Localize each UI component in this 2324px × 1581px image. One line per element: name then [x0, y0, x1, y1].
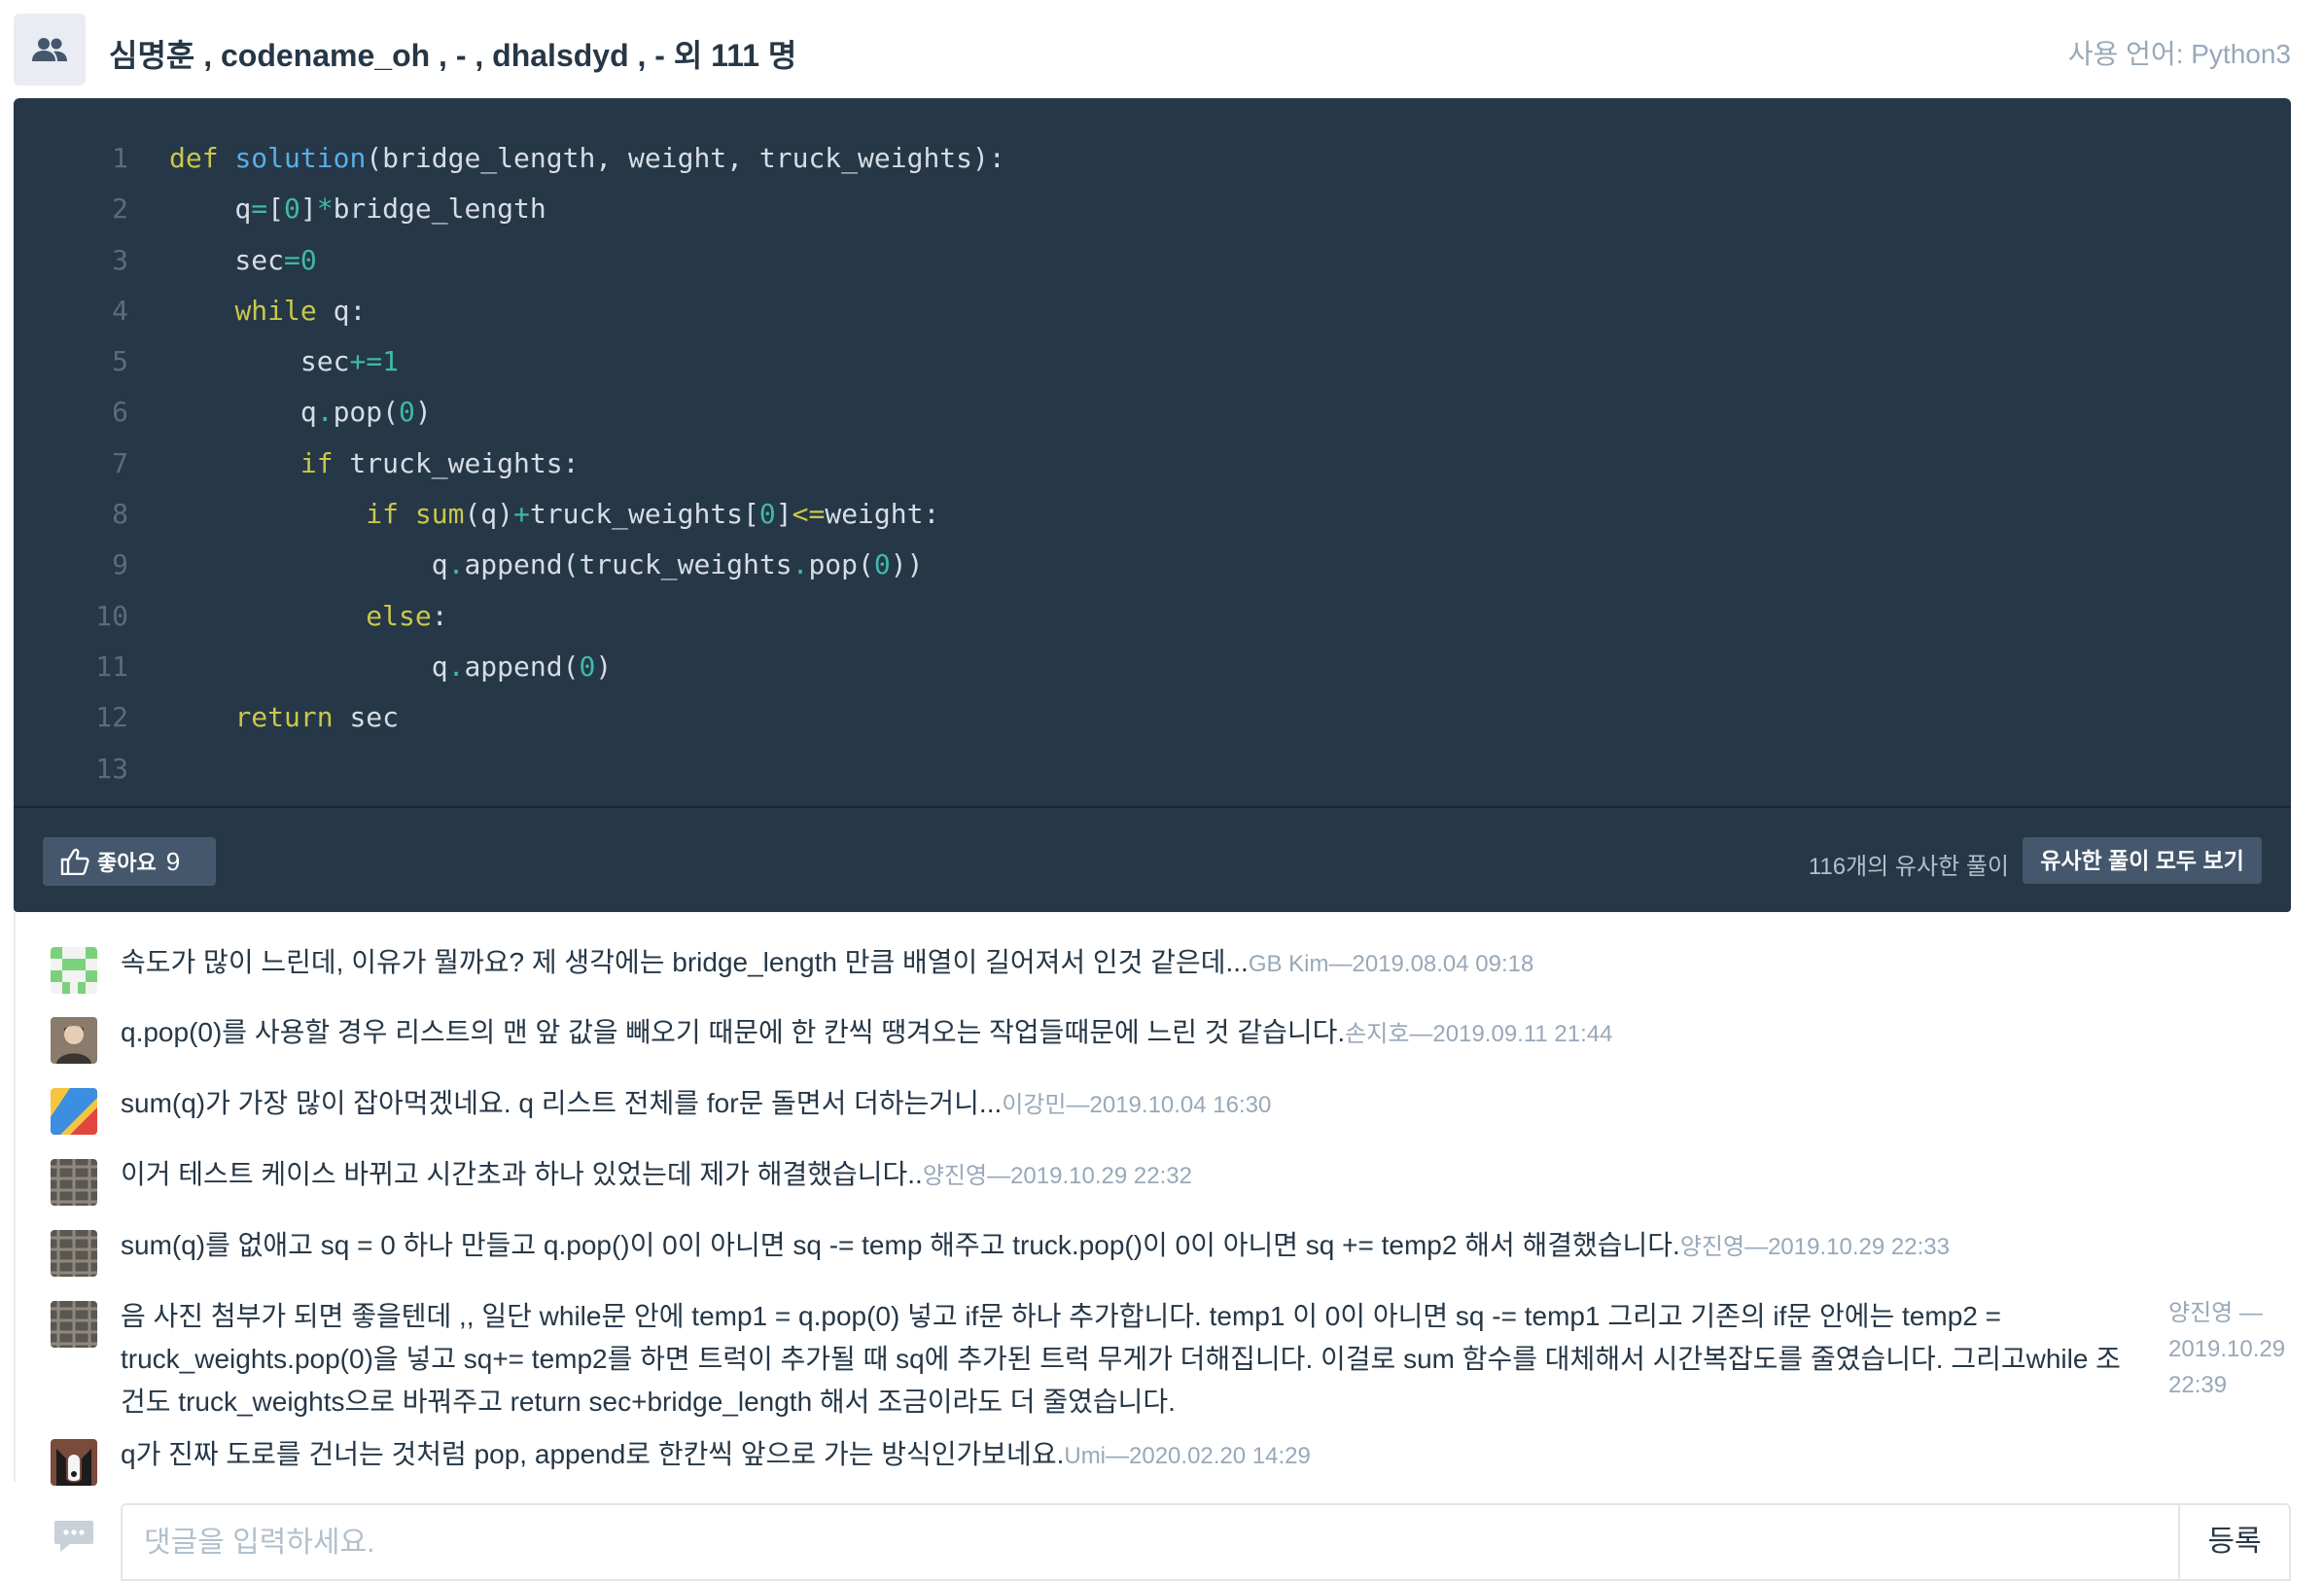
comment-meta: 양진영—2019.10.29 22:33: [1679, 1234, 1950, 1260]
code-line: 6 q.pop(0): [112, 396, 432, 429]
comment-meta: 양진영—2019.10.29 22:32: [922, 1163, 1192, 1189]
comment-text: sum(q)가 가장 많이 잡아먹겠네요. q 리스트 전체를 for문 돌면서…: [121, 1088, 1003, 1118]
code-line: 8 if sum(q)+truck_weights[0]<=weight:: [112, 498, 940, 531]
similar-solutions-count: 116개의 유사한 풀이: [1808, 854, 2009, 880]
thumbs-up-icon: [60, 848, 89, 875]
code-line: 1 def solution(bridge_length, weight, tru…: [112, 142, 1005, 174]
comment-text: sum(q)를 없애고 sq = 0 하나 만들고 q.pop()이 0이 아니…: [121, 1230, 1680, 1260]
comment-input-box: 등록: [121, 1503, 2291, 1581]
author-list[interactable]: 심명훈 , codename_oh , - , dhalsdyd , - 외 1…: [109, 31, 796, 76]
avatar: [51, 1017, 97, 1064]
code-line: 3 sec=0: [112, 243, 317, 276]
code-line: 10 else:: [95, 599, 448, 632]
comment-meta: 손지호—2019.09.11 21:44: [1345, 1021, 1613, 1047]
code-line: 12 return sec: [95, 701, 400, 734]
avatar: [51, 947, 97, 994]
code-line: 9 q.append(truck_weights.pop(0)): [112, 548, 924, 581]
comment-text: 속도가 많이 느린데, 이유가 뭘까요? 제 생각에는 bridge_lengt…: [121, 947, 1249, 977]
view-similar-solutions-button[interactable]: 유사한 풀이 모두 보기: [2023, 837, 2262, 884]
code-line: 11 q.append(0): [95, 650, 613, 683]
solution-header: 심명훈 , codename_oh , - , dhalsdyd , - 외 1…: [14, 14, 2291, 86]
comment-text: q.pop(0)를 사용할 경우 리스트의 맨 앞 값을 빼오기 때문에 한 칸…: [121, 1017, 1346, 1047]
comment-icon: [54, 1521, 93, 1552]
code-line: 5 sec+=1: [112, 345, 400, 378]
language-label: 사용 언어: Python3: [2067, 39, 2291, 69]
comment-meta: GB Kim—2019.08.04 09:18: [1248, 951, 1534, 977]
like-label: 좋아요: [97, 851, 157, 875]
like-button[interactable]: 좋아요 9: [43, 837, 216, 886]
comment-text: 이거 테스트 케이스 바뀌고 시간초과 하나 있었는데 제가 해결했습니다..: [121, 1159, 923, 1189]
avatar: [51, 1159, 97, 1206]
comment-text: q가 진짜 도로를 건너는 것처럼 pop, append로 한칸씩 앞으로 가…: [121, 1439, 1065, 1469]
comment-text: 음 사진 첨부가 되면 좋을텐데 ,, 일단 while문 안에 temp1 =…: [121, 1301, 2121, 1417]
people-icon: [14, 14, 86, 86]
code-line: 2 q=[0]*bridge_length: [112, 193, 546, 226]
submit-comment-button[interactable]: 등록: [2178, 1505, 2289, 1579]
code-line: 7 if truck_weights:: [112, 446, 580, 479]
comment-list: 속도가 많이 느린데, 이유가 뭘까요? 제 생각에는 bridge_lengt…: [14, 912, 2293, 1486]
comment-input-row: 등록: [14, 1482, 2291, 1581]
code-block: 1 def solution(bridge_length, weight, tru…: [14, 133, 2291, 794]
like-count: 9: [165, 846, 181, 876]
code-line: 13: [95, 752, 128, 785]
code-footer: 좋아요 9 116개의 유사한 풀이 유사한 풀이 모두 보기: [14, 806, 2291, 912]
comment-meta: 이강민—2019.10.04 16:30: [1002, 1092, 1272, 1118]
avatar: [51, 1301, 97, 1348]
comment-meta: 양진영 —2019.10.29 22:39: [2168, 1300, 2286, 1398]
avatar: [51, 1230, 97, 1277]
code-line: 4 while q:: [112, 294, 367, 327]
comment-meta: Umi—2020.02.20 14:29: [1064, 1443, 1311, 1469]
code-panel: 1 def solution(bridge_length, weight, tru…: [14, 98, 2291, 912]
avatar: [51, 1439, 97, 1486]
comment-input[interactable]: [142, 1515, 2168, 1571]
avatar: [51, 1088, 97, 1135]
